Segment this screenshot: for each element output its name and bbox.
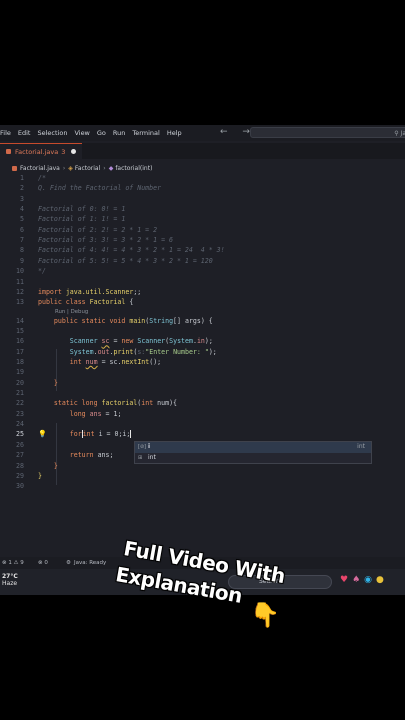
menu-terminal[interactable]: Terminal: [132, 129, 159, 137]
tab-factorial-java[interactable]: Factorial.java 3: [0, 143, 82, 159]
java-status[interactable]: Java: Ready: [74, 557, 106, 569]
menu-file[interactable]: File: [0, 129, 11, 137]
class-icon: ◈: [68, 164, 73, 172]
chat-app-icon[interactable]: ♠: [352, 575, 364, 585]
menu-selection[interactable]: Selection: [37, 129, 67, 137]
code-line: 5 Factorial of 1: 1! = 1: [20, 215, 126, 224]
code-line: 29}: [16, 471, 42, 480]
chevron-right-icon: ›: [62, 164, 66, 172]
search-icon: ⚲: [394, 130, 399, 137]
code-line: 23 long ans = 1;: [16, 409, 122, 418]
code-line: 1/*: [20, 174, 46, 182]
edge-browser-icon[interactable]: ◉: [364, 575, 376, 585]
code-line: 10 */: [16, 267, 46, 276]
java-file-icon: [6, 149, 11, 154]
menu-edit[interactable]: Edit: [18, 129, 31, 137]
command-center-search[interactable]: ⚲ Ja: [250, 127, 405, 138]
weather-temp: 27°C: [2, 573, 18, 580]
vscode-window: File Edit Selection View Go Run Terminal…: [0, 125, 405, 595]
breadcrumb-class[interactable]: Factorial: [75, 165, 100, 172]
java-file-icon: [12, 165, 17, 171]
code-line: 7 Factorial of 3: 3! = 3 * 2 * 1 = 6: [20, 236, 173, 245]
code-line: 3: [20, 194, 24, 203]
code-line: 12 import java.util.Scanner;;: [16, 287, 142, 296]
code-editor[interactable]: 1/* 2 Q. Find the Factorial of Number 3 4…: [0, 173, 405, 573]
code-line: 6 Factorial of 2: 2! = 2 * 1 = 2: [20, 225, 158, 234]
pointing-down-icon: 👇: [250, 601, 280, 629]
code-line: 9 Factorial of 5: 5! = 5 * 4 * 3 * 2 * 1 …: [20, 256, 213, 265]
keyword-icon: ⊞: [138, 454, 143, 461]
suggestion-widget[interactable]: [⊘] i int ⊞ int: [134, 441, 372, 464]
tab-bar: Factorial.java 3: [0, 143, 405, 159]
code-line: 8 Factorial of 4: 4! = 4 * 3 * 2 * 1 = 24…: [20, 246, 225, 255]
code-line: 22 static long factorial(int num){: [16, 399, 178, 408]
menu-help[interactable]: Help: [167, 129, 182, 137]
code-line: 16 Scanner sc = new Scanner(System.in);: [16, 337, 213, 346]
unsaved-dot-icon[interactable]: [71, 149, 77, 154]
code-line: 18 int num = sc.nextInt();: [16, 358, 162, 366]
suggestion-detail: int: [357, 443, 365, 450]
gear-icon[interactable]: ⚙: [66, 557, 71, 569]
code-line: 30: [16, 482, 24, 491]
menu-run[interactable]: Run: [113, 129, 125, 137]
code-line-active: 25 💡 forint i = 0;i;: [16, 430, 132, 439]
breadcrumb-file[interactable]: Factorial.java: [20, 165, 60, 172]
code-line: 2 Q. Find the Factorial of Number: [20, 184, 162, 193]
code-line: 14 public static void main(String[] args…: [16, 316, 213, 325]
variable-icon: [⊘]: [138, 444, 147, 450]
problems-indicator[interactable]: ⊗ 1 ⚠ 9: [2, 557, 24, 569]
heart-app-icon[interactable]: ♥: [340, 575, 352, 585]
code-line: 11: [16, 277, 24, 286]
menu-bar: File Edit Selection View Go Run Terminal…: [0, 125, 405, 141]
codelens-run-debug[interactable]: Run | Debug: [55, 308, 88, 316]
weather-widget[interactable]: 27°C Haze: [2, 573, 18, 587]
suggestion-label: i: [148, 443, 151, 450]
code-line: 15: [16, 326, 24, 335]
code-line: 17 System.out.print(s:"Enter Number: ");: [16, 347, 217, 356]
code-line: 13 public class Factorial {: [16, 298, 134, 307]
weather-desc: Haze: [2, 580, 18, 587]
suggestion-item[interactable]: [⊘] i int: [135, 442, 371, 453]
search-text: Ja: [400, 130, 405, 137]
code-line: 19: [16, 368, 24, 377]
code-line: 21: [16, 389, 24, 398]
ports-indicator[interactable]: ⊗ 0: [38, 557, 48, 569]
code-line: 24: [16, 420, 24, 429]
breadcrumb: Factorial.java › ◈ Factorial › ◆ factori…: [12, 163, 152, 173]
menu-view[interactable]: View: [74, 129, 89, 137]
code-line: 20 }: [16, 378, 58, 387]
method-icon: ◆: [108, 164, 114, 172]
taskbar-app-icons: ♥♠◉●: [340, 575, 388, 585]
menu-go[interactable]: Go: [97, 129, 106, 137]
breadcrumb-method[interactable]: factorial(int): [115, 165, 152, 172]
suggestion-item[interactable]: ⊞ int: [135, 453, 371, 464]
code-line: 4 Factorial of 0: 0! = 1: [20, 205, 126, 214]
tab-problem-count: 3: [61, 147, 66, 156]
tab-label: Factorial.java: [15, 147, 59, 156]
suggestion-label: int: [148, 453, 156, 461]
chevron-right-icon: ›: [103, 164, 106, 172]
chrome-browser-icon[interactable]: ●: [376, 575, 388, 585]
